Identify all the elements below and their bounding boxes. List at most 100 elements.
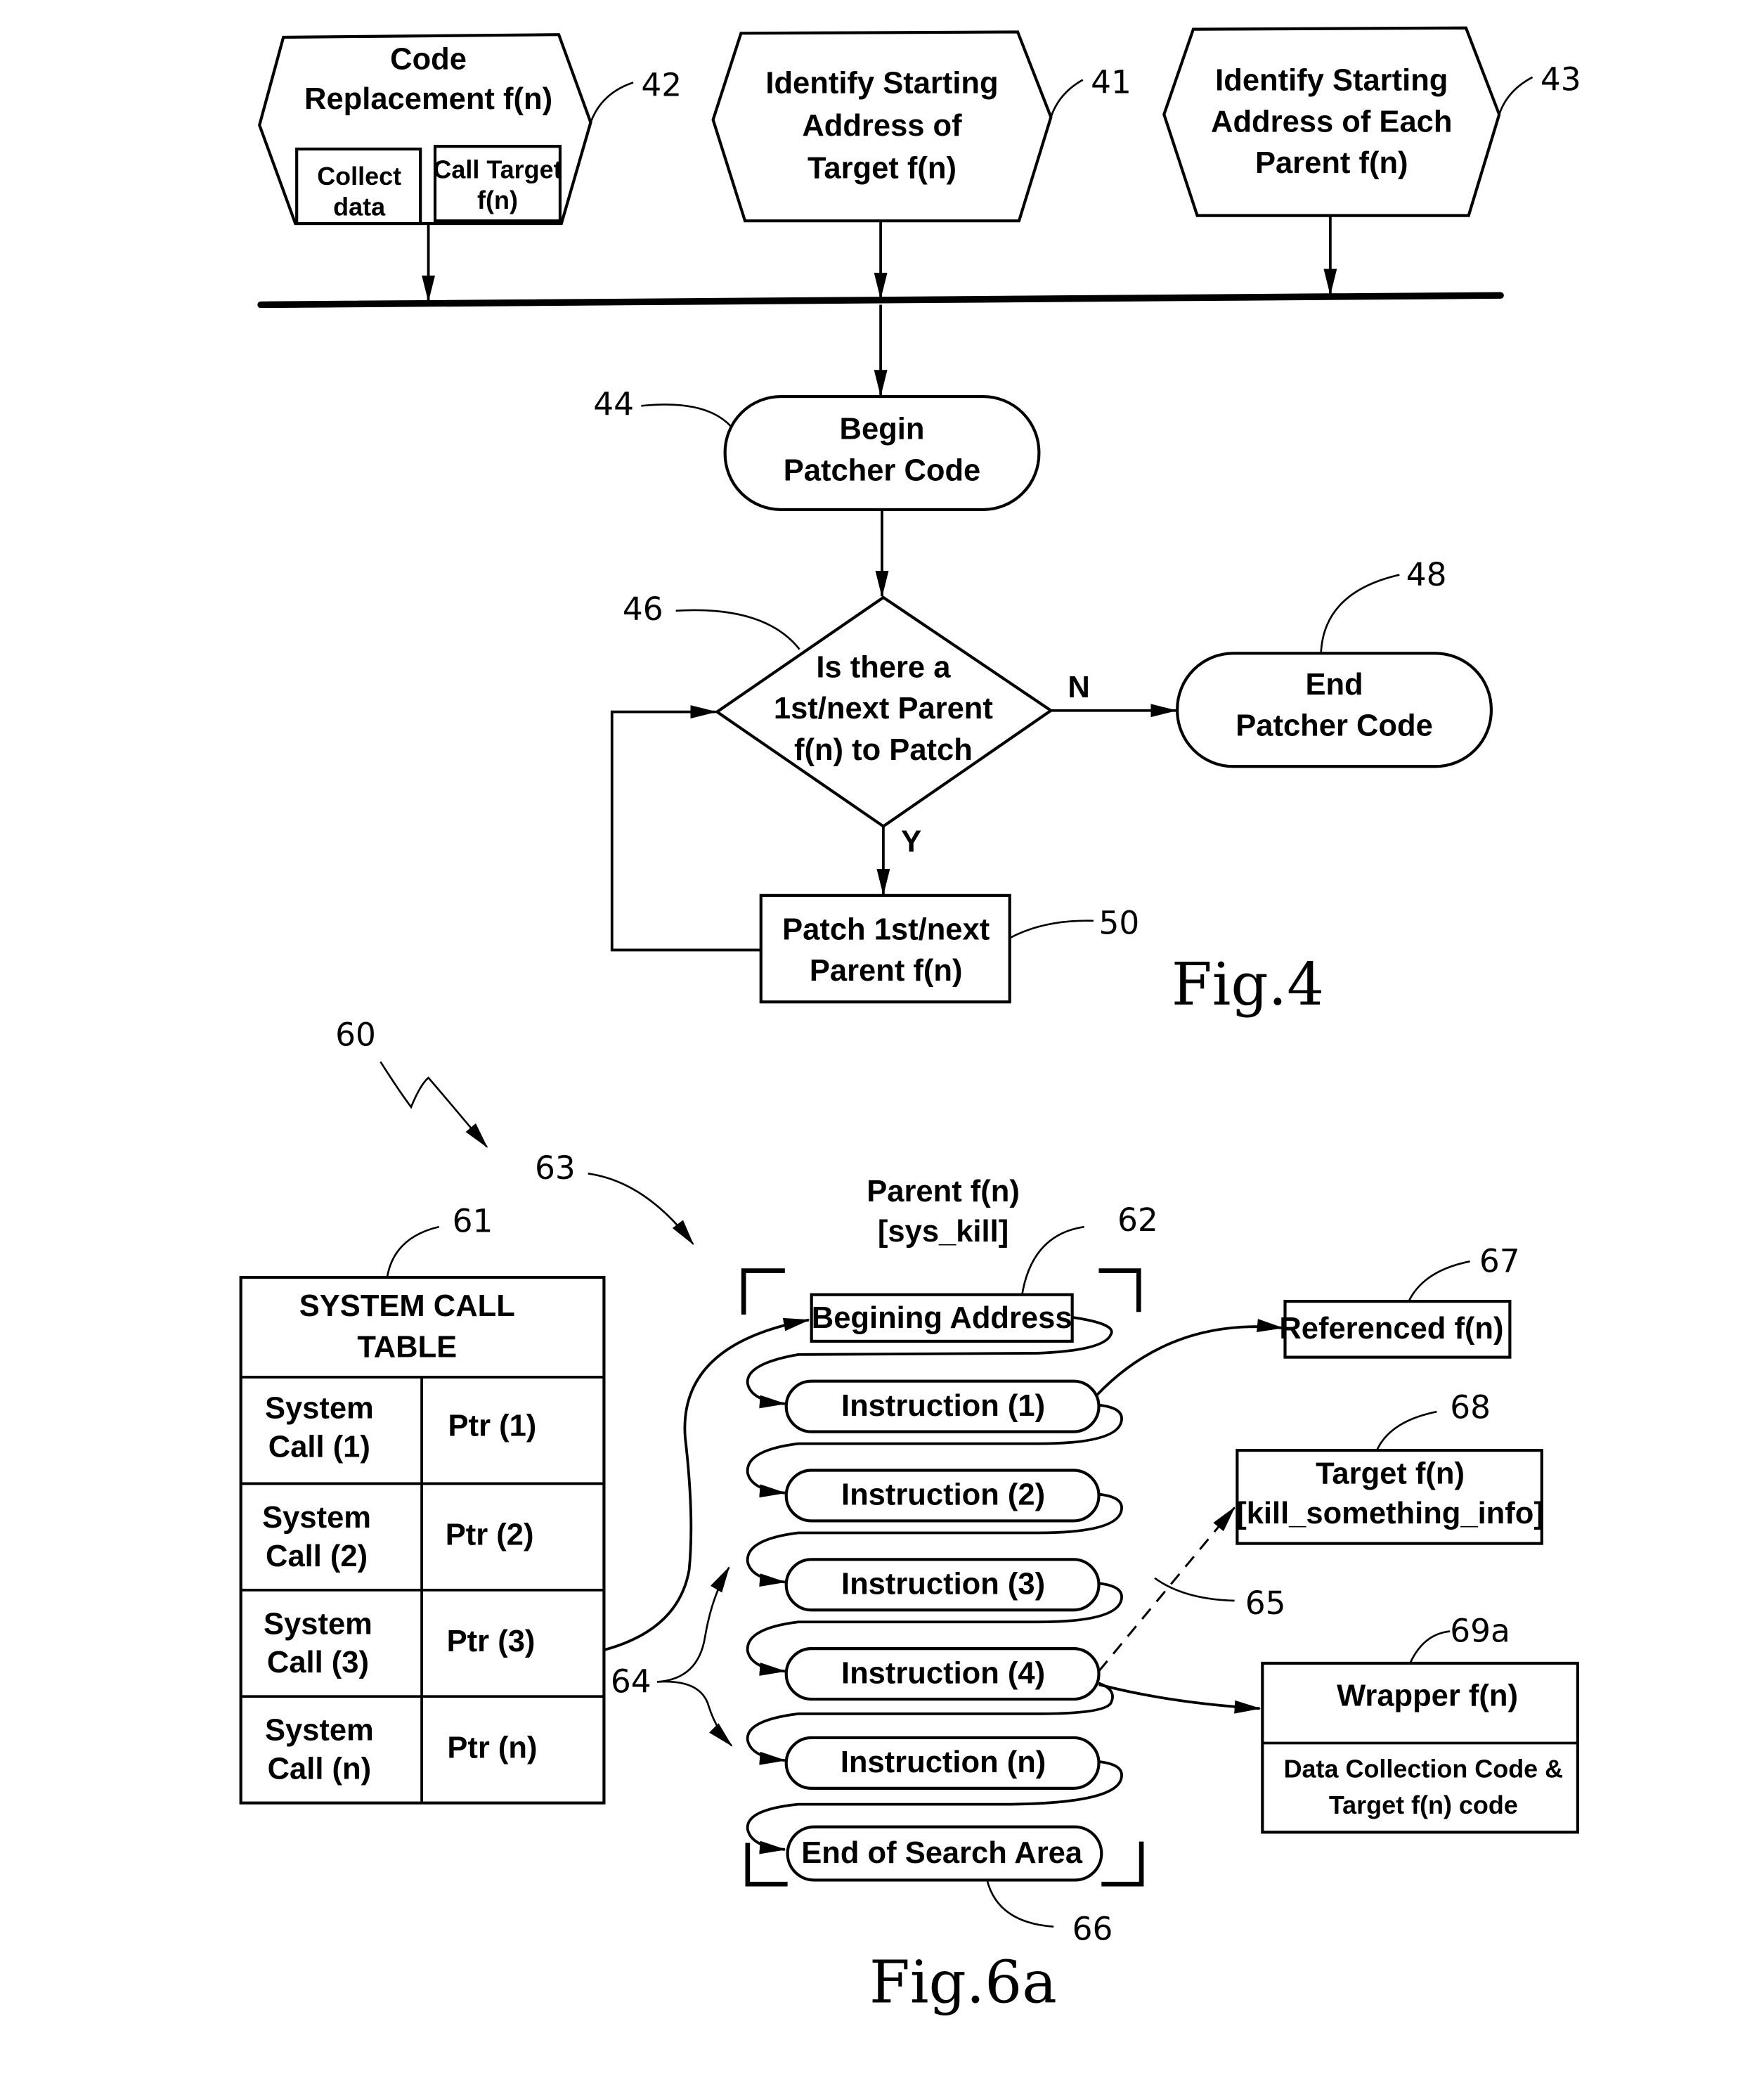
ref-64: 64 xyxy=(611,1663,651,1701)
leader-48 xyxy=(1320,574,1400,654)
bracket-top-left xyxy=(741,1268,785,1315)
leader-65 xyxy=(1154,1577,1235,1602)
wrapper-body-line1: Data Collection Code & xyxy=(1284,1755,1564,1783)
instruction-label: Instruction (2) xyxy=(841,1478,1045,1512)
begin-patcher-block: Begin Patcher Code 44 xyxy=(593,386,1041,512)
referenced-function: Referenced f(n) 67 xyxy=(1095,1242,1520,1397)
sync-bar xyxy=(257,292,1504,309)
ref-62: 62 xyxy=(1117,1201,1158,1239)
identify-target-block: Identify Starting Address of Target f(n)… xyxy=(711,30,1131,223)
decision-line3: f(n) to Patch xyxy=(794,733,973,767)
table-title-line2: TABLE xyxy=(357,1331,457,1364)
parent-title-line2: [sys_kill] xyxy=(878,1215,1009,1248)
wrapper-function: Wrapper f(n) Data Collection Code & Targ… xyxy=(1098,1613,1579,1834)
table-title-line1: SYSTEM CALL xyxy=(299,1289,515,1323)
fig6a-caption: Fig.6a xyxy=(869,1949,1057,2017)
ref-43: 43 xyxy=(1541,61,1581,98)
leader-43 xyxy=(1498,76,1533,115)
row-call-line1: System xyxy=(265,1714,374,1748)
target-line2: [kill_something_info] xyxy=(1236,1497,1544,1530)
row-call-line2: Call (3) xyxy=(267,1646,369,1679)
instruction-label: Instruction (3) xyxy=(841,1568,1045,1601)
ref-68: 68 xyxy=(1450,1389,1491,1426)
end-line2: Patcher Code xyxy=(1236,709,1433,743)
leader-62 xyxy=(1020,1225,1084,1298)
ref-44: 44 xyxy=(593,386,634,423)
ref-50: 50 xyxy=(1099,905,1140,942)
patch-line1: Patch 1st/next xyxy=(782,912,990,946)
row-ptr: Ptr (3) xyxy=(447,1625,536,1658)
end-of-search-label: End of Search Area xyxy=(801,1836,1083,1870)
leader-68 xyxy=(1375,1410,1437,1451)
begin-line2: Patcher Code xyxy=(784,453,981,487)
code-replacement-block: Code Replacement f(n) Collect data Call … xyxy=(258,33,682,226)
ref-41: 41 xyxy=(1091,63,1131,101)
ref-65: 65 xyxy=(1245,1585,1286,1622)
leader-50 xyxy=(1009,920,1094,939)
loop-back-arrow xyxy=(610,705,761,952)
row-ptr: Ptr (2) xyxy=(446,1518,534,1552)
decision-line1: Is there a xyxy=(816,650,951,684)
leader-69a xyxy=(1409,1630,1451,1664)
fig4: Code Replacement f(n) Collect data Call … xyxy=(257,26,1581,1019)
arrow-instr1-to-referenced xyxy=(1095,1319,1284,1397)
identify-parent-line1: Identify Starting xyxy=(1215,64,1448,98)
instruction-item: Instruction (1) xyxy=(784,1379,1101,1433)
row-call-line1: System xyxy=(262,1501,371,1535)
identify-target-line3: Target f(n) xyxy=(808,152,956,186)
instruction-item: Instruction (4) xyxy=(784,1647,1101,1701)
row-call-line1: System xyxy=(265,1392,374,1426)
fig4-caption: Fig.4 xyxy=(1172,950,1324,1019)
identify-target-line2: Address of xyxy=(802,109,962,143)
ref-67: 67 xyxy=(1479,1242,1520,1279)
referenced-label: Referenced f(n) xyxy=(1279,1312,1503,1346)
arrow-ptr3-to-begin xyxy=(603,1317,810,1651)
beginning-address-label: Begining Address xyxy=(812,1301,1072,1335)
instruction-item: Instruction (3) xyxy=(784,1558,1101,1612)
system-call-table: SYSTEM CALL TABLE System Call (1) Ptr (1… xyxy=(239,1203,606,1805)
parent-function: Parent f(n) [sys_kill] 62 Begining Addre… xyxy=(603,1175,1158,1948)
patent-drawing: Code Replacement f(n) Collect data Call … xyxy=(239,26,1581,2017)
leader-41 xyxy=(1050,79,1084,117)
ref-61: 61 xyxy=(453,1203,493,1240)
target-line1: Target f(n) xyxy=(1316,1457,1465,1490)
end-patcher-block: End Patcher Code 48 xyxy=(1176,556,1493,768)
decision-block: Is there a 1st/next Parent f(n) to Patch… xyxy=(623,591,1090,858)
call-target-line2: f(n) xyxy=(477,186,518,214)
code-replacement-line2: Replacement f(n) xyxy=(304,82,552,116)
leader-61 xyxy=(386,1225,440,1278)
begin-line1: Begin xyxy=(840,413,925,446)
identify-parent-line2: Address of Each xyxy=(1211,105,1452,138)
wrapper-body-line2: Target f(n) code xyxy=(1329,1790,1518,1819)
ref-42: 42 xyxy=(641,66,682,103)
call-target-line1: Call Target xyxy=(433,155,562,184)
identify-parent-line3: Parent f(n) xyxy=(1255,146,1408,180)
bracket-top-right xyxy=(1098,1268,1141,1312)
collect-data-line1: Collect xyxy=(317,162,401,191)
parent-title-line1: Parent f(n) xyxy=(867,1175,1020,1208)
leader-46 xyxy=(675,609,800,650)
identify-target-line1: Identify Starting xyxy=(765,66,998,100)
end-line1: End xyxy=(1305,668,1363,702)
code-replacement-line1: Code xyxy=(390,42,467,76)
ref-69a: 69a xyxy=(1450,1613,1510,1650)
leader-67 xyxy=(1408,1260,1470,1302)
ref-46: 46 xyxy=(623,591,663,628)
ref-66: 66 xyxy=(1072,1911,1113,1948)
row-call-line2: Call (1) xyxy=(268,1431,370,1464)
wrapper-title: Wrapper f(n) xyxy=(1337,1679,1518,1713)
decision-line2: 1st/next Parent xyxy=(774,692,993,725)
patch-parent-block: Patch 1st/next Parent f(n) 50 xyxy=(759,893,1140,1004)
instruction-item: Instruction (n) xyxy=(784,1736,1101,1790)
collect-data-line2: data xyxy=(333,193,386,221)
leader-44 xyxy=(641,404,732,427)
patch-line2: Parent f(n) xyxy=(810,954,963,988)
row-call-line2: Call (2) xyxy=(266,1540,368,1573)
no-label: N xyxy=(1068,671,1089,704)
arrow-64-down xyxy=(657,1680,733,1747)
row-ptr: Ptr (1) xyxy=(448,1409,537,1443)
leader-42 xyxy=(590,82,634,123)
row-ptr: Ptr (n) xyxy=(447,1731,537,1764)
bracket-bottom-right xyxy=(1101,1841,1144,1887)
instruction-label: Instruction (4) xyxy=(841,1656,1045,1690)
